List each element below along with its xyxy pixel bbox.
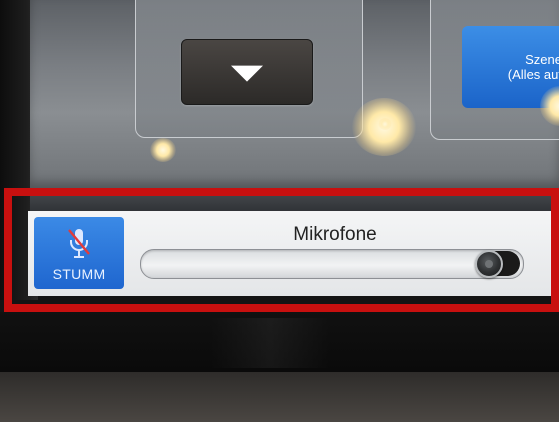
table-surface bbox=[0, 372, 559, 422]
triangle-down-icon bbox=[231, 65, 263, 82]
light-reflection bbox=[378, 118, 392, 130]
bezel-reflection bbox=[210, 318, 330, 368]
highlight-frame bbox=[4, 188, 559, 312]
scene-button-label-line2: (Alles auf bbox=[507, 67, 559, 82]
down-button[interactable] bbox=[181, 39, 313, 105]
light-reflection bbox=[150, 138, 176, 162]
touch-panel-photo: Szene (Alles auf STUMM Mikrofone bbox=[0, 0, 559, 422]
scene-button-label-line1: Szene bbox=[525, 52, 559, 67]
